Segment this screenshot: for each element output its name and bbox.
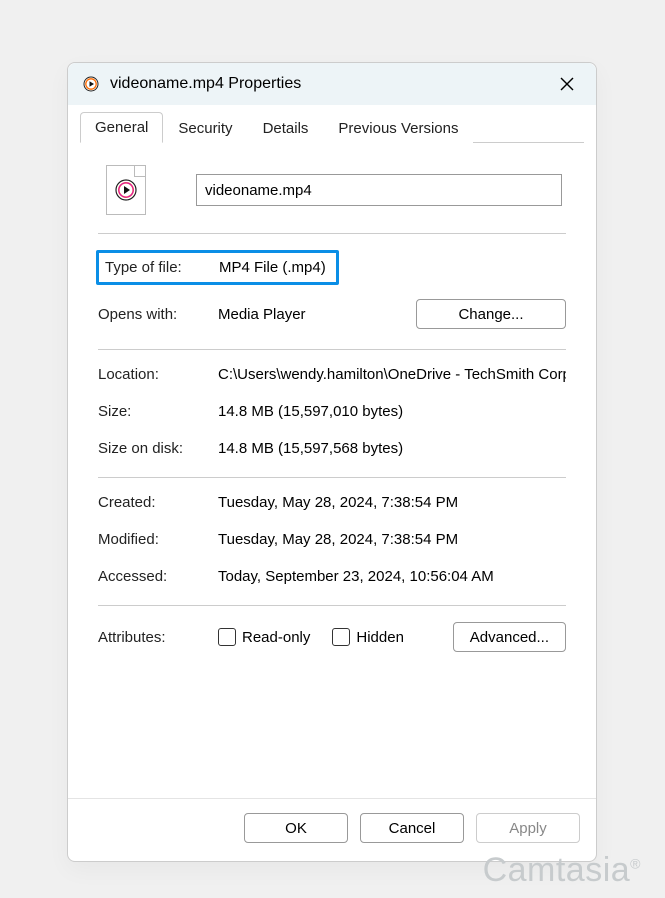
accessed-row: Accessed: Today, September 23, 2024, 10:…	[98, 568, 566, 585]
accessed-label: Accessed:	[98, 568, 218, 585]
window-title: videoname.mp4 Properties	[110, 75, 550, 93]
type-of-file-label: Type of file:	[105, 259, 219, 276]
apply-button[interactable]: Apply	[476, 813, 580, 843]
advanced-button[interactable]: Advanced...	[453, 622, 566, 652]
checkbox-icon	[332, 628, 350, 646]
tab-security[interactable]: Security	[163, 113, 247, 143]
titlebar: videoname.mp4 Properties	[68, 63, 596, 105]
separator	[98, 233, 566, 234]
size-value: 14.8 MB (15,597,010 bytes)	[218, 403, 566, 420]
filename-input[interactable]	[196, 174, 562, 206]
created-value: Tuesday, May 28, 2024, 7:38:54 PM	[218, 494, 566, 511]
ok-button[interactable]: OK	[244, 813, 348, 843]
spacer	[90, 678, 574, 788]
modified-row: Modified: Tuesday, May 28, 2024, 7:38:54…	[98, 531, 566, 548]
readonly-label: Read-only	[242, 629, 310, 646]
attributes-label: Attributes:	[98, 629, 218, 646]
size-on-disk-value: 14.8 MB (15,597,568 bytes)	[218, 440, 566, 457]
opens-with-value: Media Player	[218, 306, 416, 323]
modified-label: Modified:	[98, 531, 218, 548]
separator	[98, 605, 566, 606]
properties-dialog: videoname.mp4 Properties General Securit…	[67, 62, 597, 862]
created-label: Created:	[98, 494, 218, 511]
location-label: Location:	[98, 366, 218, 383]
size-row: Size: 14.8 MB (15,597,010 bytes)	[98, 403, 566, 420]
change-button[interactable]: Change...	[416, 299, 566, 329]
tabstrip: General Security Details Previous Versio…	[68, 105, 596, 142]
size-on-disk-row: Size on disk: 14.8 MB (15,597,568 bytes)	[98, 440, 566, 457]
type-of-file-value: MP4 File (.mp4)	[219, 259, 326, 276]
created-row: Created: Tuesday, May 28, 2024, 7:38:54 …	[98, 494, 566, 511]
filetype-highlight: Type of file: MP4 File (.mp4)	[96, 250, 339, 285]
accessed-value: Today, September 23, 2024, 10:56:04 AM	[218, 568, 566, 585]
size-on-disk-label: Size on disk:	[98, 440, 218, 457]
location-row: Location: C:\Users\wendy.hamilton\OneDri…	[98, 366, 566, 383]
close-icon	[560, 77, 574, 91]
size-label: Size:	[98, 403, 218, 420]
file-video-icon	[82, 75, 100, 93]
tab-general[interactable]: General	[80, 112, 163, 143]
opens-with-label: Opens with:	[98, 306, 218, 323]
hidden-label: Hidden	[356, 629, 404, 646]
tab-panel-general: Type of file: MP4 File (.mp4) Opens with…	[80, 142, 584, 798]
location-value: C:\Users\wendy.hamilton\OneDrive - TechS…	[218, 366, 566, 383]
tab-details[interactable]: Details	[248, 113, 324, 143]
close-button[interactable]	[550, 71, 584, 97]
filename-row	[98, 165, 566, 215]
tab-previous-versions[interactable]: Previous Versions	[323, 113, 473, 143]
file-icon	[106, 165, 146, 215]
checkbox-icon	[218, 628, 236, 646]
readonly-checkbox[interactable]: Read-only	[218, 628, 310, 646]
separator	[98, 477, 566, 478]
cancel-button[interactable]: Cancel	[360, 813, 464, 843]
hidden-checkbox[interactable]: Hidden	[332, 628, 404, 646]
separator	[98, 349, 566, 350]
watermark: Camtasia®	[483, 851, 641, 890]
opens-with-row: Opens with: Media Player Change...	[98, 299, 566, 329]
attributes-row: Attributes: Read-only Hidden Advanced...	[98, 622, 566, 652]
modified-value: Tuesday, May 28, 2024, 7:38:54 PM	[218, 531, 566, 548]
registered-icon: ®	[630, 856, 641, 872]
play-video-icon	[115, 179, 137, 201]
